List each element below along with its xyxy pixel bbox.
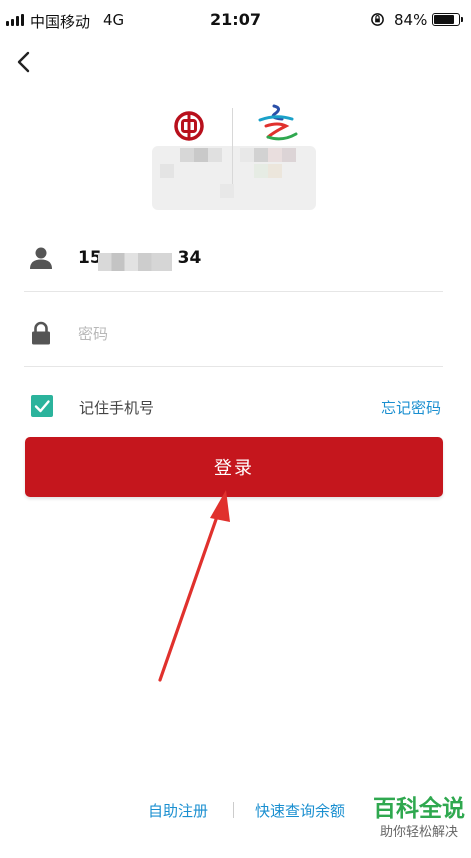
phone-suffix: 34 (177, 248, 202, 268)
user-icon (30, 247, 52, 269)
forgot-password-link[interactable]: 忘记密码 (381, 397, 441, 418)
watermark-subtitle: 助你轻松解决 (379, 825, 458, 840)
password-field-row (24, 303, 443, 367)
quick-balance-query-link[interactable]: 快速查询余额 (255, 800, 345, 821)
remember-phone-label: 记住手机号 (79, 399, 155, 417)
remember-checkbox[interactable] (31, 395, 53, 417)
watermark: 百科全说 助你轻松解决 (371, 795, 467, 843)
phone-field-row: 15 34 (24, 228, 443, 292)
battery-tip (461, 17, 463, 22)
checkmark-icon (34, 400, 50, 413)
self-register-link[interactable]: 自助注册 (148, 800, 208, 821)
annotation-arrow-icon (158, 490, 230, 682)
boc-logo-icon (174, 111, 204, 141)
remember-row: 记住手机号 忘记密码 (24, 388, 443, 426)
lock-icon (32, 321, 50, 345)
battery-icon (432, 13, 460, 26)
password-input[interactable] (78, 317, 418, 351)
rotation-lock-icon (371, 13, 384, 26)
footer-divider (233, 802, 234, 818)
brand-logo-area (150, 100, 320, 215)
watermark-title: 百科全说 (371, 795, 467, 823)
back-chevron-icon[interactable] (10, 48, 38, 76)
winter-games-logo-icon (258, 104, 298, 141)
battery-percent: 84% (394, 11, 428, 29)
logo-divider (232, 108, 233, 186)
status-bar: 中国移动 4G 21:07 84% (0, 0, 471, 40)
phone-mask (98, 253, 172, 271)
